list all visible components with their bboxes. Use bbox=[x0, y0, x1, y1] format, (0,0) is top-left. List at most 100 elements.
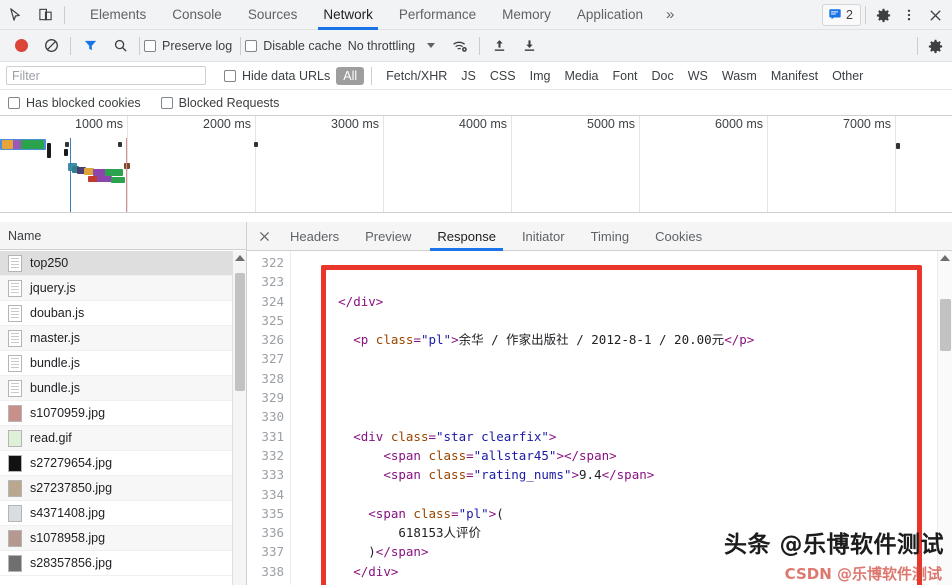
tab-preview[interactable]: Preview bbox=[352, 222, 424, 251]
request-list-scrollbar[interactable] bbox=[232, 251, 246, 585]
tab-sources[interactable]: Sources bbox=[235, 0, 311, 30]
type-filter-wasm[interactable]: Wasm bbox=[715, 67, 764, 85]
table-row[interactable]: bundle.js bbox=[0, 376, 246, 401]
load-marker bbox=[126, 138, 127, 212]
gear-icon[interactable] bbox=[922, 31, 948, 61]
table-row[interactable]: s28357856.jpg bbox=[0, 551, 246, 576]
code-line: <p class="pl">余华 / 作家出版社 / 2012-8-1 / 20… bbox=[353, 332, 755, 348]
network-overview-timeline[interactable]: 1000 ms 2000 ms 3000 ms 4000 ms 5000 ms … bbox=[0, 116, 952, 213]
kebab-menu-icon[interactable] bbox=[896, 0, 922, 30]
request-name: read.gif bbox=[30, 431, 72, 445]
tab-headers[interactable]: Headers bbox=[277, 222, 352, 251]
line-number: 333 bbox=[261, 467, 284, 483]
type-filter-doc[interactable]: Doc bbox=[645, 67, 681, 85]
tab-cookies[interactable]: Cookies bbox=[642, 222, 715, 251]
search-icon[interactable] bbox=[105, 31, 135, 61]
type-filter-all[interactable]: All bbox=[336, 66, 365, 85]
export-har-icon[interactable] bbox=[514, 31, 544, 61]
type-filter-media[interactable]: Media bbox=[557, 67, 605, 85]
device-toolbar-icon[interactable] bbox=[30, 0, 60, 30]
network-conditions-icon[interactable] bbox=[445, 31, 475, 61]
preserve-log-checkbox[interactable]: Preserve log bbox=[144, 39, 232, 53]
table-row[interactable]: jquery.js bbox=[0, 276, 246, 301]
table-row[interactable]: s27237850.jpg bbox=[0, 476, 246, 501]
type-filter-ws[interactable]: WS bbox=[681, 67, 715, 85]
checkbox-box bbox=[8, 96, 20, 109]
tab-console[interactable]: Console bbox=[159, 0, 235, 30]
tab-memory[interactable]: Memory bbox=[489, 0, 564, 30]
close-icon[interactable] bbox=[922, 0, 948, 30]
message-badge[interactable]: 2 bbox=[822, 4, 861, 26]
type-filter-css[interactable]: CSS bbox=[483, 67, 523, 85]
table-row[interactable]: master.js bbox=[0, 326, 246, 351]
tab-application[interactable]: Application bbox=[564, 0, 656, 30]
request-rows: top250 jquery.js douban.js master.js bundle.… bbox=[0, 251, 246, 585]
scrollbar-thumb[interactable] bbox=[235, 273, 245, 391]
clear-icon[interactable] bbox=[36, 31, 66, 61]
type-filter-img[interactable]: Img bbox=[523, 67, 558, 85]
disable-cache-checkbox[interactable]: Disable cache bbox=[245, 39, 342, 53]
table-row[interactable]: s1070959.jpg bbox=[0, 401, 246, 426]
tab-initiator[interactable]: Initiator bbox=[509, 222, 578, 251]
hide-data-urls-checkbox[interactable]: Hide data URLs bbox=[224, 69, 330, 83]
tabbar-actions: 2 bbox=[822, 0, 948, 30]
type-filter-other[interactable]: Other bbox=[825, 67, 870, 85]
tab-network[interactable]: Network bbox=[310, 0, 386, 30]
line-number: 338 bbox=[261, 563, 284, 579]
type-filter-font[interactable]: Font bbox=[605, 67, 644, 85]
image-file-icon bbox=[8, 529, 22, 547]
message-icon bbox=[828, 7, 842, 24]
document-file-icon bbox=[8, 254, 22, 272]
filter-input[interactable] bbox=[6, 66, 206, 85]
overview-tick-label: 6000 ms bbox=[715, 117, 763, 131]
type-filter-manifest[interactable]: Manifest bbox=[764, 67, 825, 85]
table-row[interactable]: top250 bbox=[0, 251, 246, 276]
column-header-name: Name bbox=[8, 228, 42, 243]
gear-icon[interactable] bbox=[870, 0, 896, 30]
blocked-requests-checkbox[interactable]: Blocked Requests bbox=[160, 96, 279, 110]
tab-elements[interactable]: Elements bbox=[77, 0, 159, 30]
import-har-icon[interactable] bbox=[484, 31, 514, 61]
more-tabs-icon[interactable]: » bbox=[656, 6, 684, 23]
line-number: 323 bbox=[261, 274, 284, 290]
close-icon[interactable] bbox=[251, 222, 277, 251]
table-row[interactable]: bundle.js bbox=[0, 351, 246, 376]
chevron-down-icon[interactable] bbox=[427, 43, 436, 48]
document-file-icon bbox=[8, 304, 22, 322]
table-row[interactable]: s4371408.jpg bbox=[0, 501, 246, 526]
type-filter-js[interactable]: JS bbox=[454, 67, 483, 85]
line-number: 331 bbox=[261, 428, 284, 444]
request-list-header[interactable]: Name bbox=[0, 222, 246, 250]
request-name: s1078958.jpg bbox=[30, 531, 106, 545]
tab-response[interactable]: Response bbox=[424, 222, 509, 251]
image-file-icon bbox=[8, 429, 22, 447]
filter-bar: Hide data URLs All Fetch/XHR JS CSS Img … bbox=[0, 62, 952, 90]
scrollbar-thumb[interactable] bbox=[940, 299, 951, 351]
table-row[interactable]: read.gif bbox=[0, 426, 246, 451]
request-name: s28357856.jpg bbox=[30, 556, 113, 570]
tab-timing[interactable]: Timing bbox=[578, 222, 643, 251]
has-blocked-cookies-label: Has blocked cookies bbox=[26, 95, 141, 110]
has-blocked-cookies-checkbox[interactable]: Has blocked cookies bbox=[8, 96, 141, 110]
message-count: 2 bbox=[846, 8, 853, 22]
filter-funnel-icon[interactable] bbox=[75, 31, 105, 61]
scroll-up-arrow[interactable] bbox=[940, 255, 950, 261]
table-row[interactable]: s27279654.jpg bbox=[0, 451, 246, 476]
code-line: <span class="allstar45"></span> bbox=[383, 447, 617, 463]
table-row[interactable]: douban.js bbox=[0, 301, 246, 326]
image-file-icon bbox=[8, 454, 22, 472]
image-file-icon bbox=[8, 554, 22, 572]
request-name: s1070959.jpg bbox=[30, 406, 106, 420]
type-filter-fetch-xhr[interactable]: Fetch/XHR bbox=[379, 67, 454, 85]
table-row[interactable]: s1078958.jpg bbox=[0, 526, 246, 551]
tab-performance[interactable]: Performance bbox=[386, 0, 489, 30]
cursor-inspect-icon[interactable] bbox=[0, 0, 30, 30]
record-button[interactable] bbox=[6, 31, 36, 61]
scroll-up-arrow[interactable] bbox=[234, 255, 245, 261]
blocked-filter-row: Has blocked cookies Blocked Requests bbox=[0, 90, 952, 116]
throttling-value[interactable]: No throttling bbox=[348, 39, 415, 53]
network-toolbar-right bbox=[913, 30, 948, 62]
line-number: 327 bbox=[261, 351, 284, 367]
